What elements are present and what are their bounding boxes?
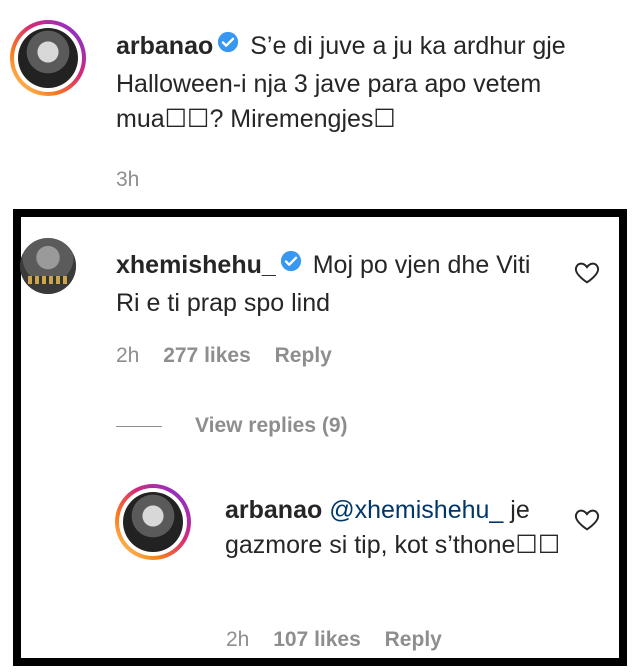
avatar (119, 488, 187, 556)
avatar-ring[interactable] (115, 484, 191, 560)
mention-link[interactable]: @xhemishehu_ (329, 496, 503, 524)
verified-badge-icon (280, 247, 302, 282)
reply-meta: 2h 107 likes Reply (226, 628, 442, 652)
reply-time: 2h (226, 628, 250, 651)
reply-button[interactable]: Reply (275, 344, 332, 367)
heart-icon[interactable] (574, 507, 600, 531)
reply-time: 2h (116, 344, 140, 367)
reply-button[interactable]: Reply (385, 628, 442, 651)
main-comment: arbanao S’e di juve a ju ka ardhur gje H… (116, 28, 626, 137)
view-replies-button[interactable]: View replies (9) (195, 414, 348, 438)
avatar-ring[interactable] (10, 20, 86, 96)
verified-badge-icon (217, 28, 239, 63)
reply-comment: xhemishehu_ Moj po vjen dhe Viti Ri e ti… (116, 247, 556, 321)
view-replies-line (116, 426, 162, 427)
avatar[interactable] (20, 238, 76, 294)
likes-count[interactable]: 277 likes (163, 344, 251, 367)
reply-meta: 2h 277 likes Reply (116, 344, 332, 368)
heart-icon[interactable] (574, 260, 600, 284)
likes-count[interactable]: 107 likes (273, 628, 361, 651)
nested-reply: arbanao @xhemishehu_ je gazmore si tip, … (225, 493, 565, 563)
reply-username[interactable]: xhemishehu_ (116, 251, 276, 279)
avatar (14, 24, 82, 92)
comment-time: 3h (116, 168, 140, 191)
comment-username[interactable]: arbanao (116, 32, 213, 60)
reply-username[interactable]: arbanao (225, 496, 322, 524)
